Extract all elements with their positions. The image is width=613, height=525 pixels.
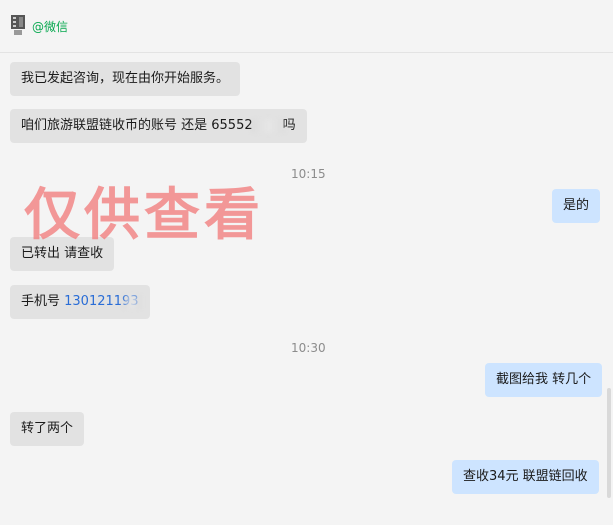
message-bubble-outgoing[interactable]: 查收34元 联盟链回收 bbox=[452, 460, 599, 494]
redaction-blur bbox=[122, 294, 141, 309]
message-text: 咱们旅游联盟链收币的账号 还是 65552 bbox=[21, 118, 253, 133]
message-text: 我已发起咨询，现在由你开始服务。 bbox=[21, 71, 230, 86]
message-text: 截图给我 转几个 bbox=[496, 372, 592, 387]
message-bubble-incoming[interactable]: 我已发起咨询，现在由你开始服务。 bbox=[10, 62, 241, 96]
scrollbar[interactable] bbox=[607, 388, 611, 498]
contact-avatar-icon[interactable] bbox=[10, 14, 26, 36]
message-bubble-incoming[interactable]: 手机号 130121193 bbox=[10, 285, 150, 319]
message-text: 查收34元 联盟链回收 bbox=[463, 469, 588, 484]
message-bubble-incoming[interactable]: 已转出 请查收 bbox=[10, 237, 115, 271]
message-bubble-outgoing[interactable]: 截图给我 转几个 bbox=[485, 363, 603, 397]
message-bubble-incoming[interactable]: 转了两个 bbox=[10, 412, 85, 446]
message-text: 是的 bbox=[563, 198, 590, 213]
timestamp: 10:15 bbox=[291, 167, 326, 181]
message-bubble-outgoing[interactable]: 是的 bbox=[552, 189, 601, 223]
message-bubble-incoming[interactable]: 咱们旅游联盟链收币的账号 还是 65552 吗 bbox=[10, 109, 307, 143]
contact-source-tag: @微信 bbox=[32, 20, 69, 34]
redaction-blur bbox=[250, 118, 285, 133]
message-list[interactable]: 我已发起咨询，现在由你开始服务。 咱们旅游联盟链收币的账号 还是 65552 吗 … bbox=[0, 53, 613, 525]
message-text: 转了两个 bbox=[21, 421, 74, 436]
message-text: 手机号 bbox=[21, 294, 65, 309]
timestamp: 10:30 bbox=[291, 341, 326, 355]
chat-header: @微信 bbox=[0, 0, 613, 53]
message-text: 已转出 请查收 bbox=[21, 246, 104, 261]
